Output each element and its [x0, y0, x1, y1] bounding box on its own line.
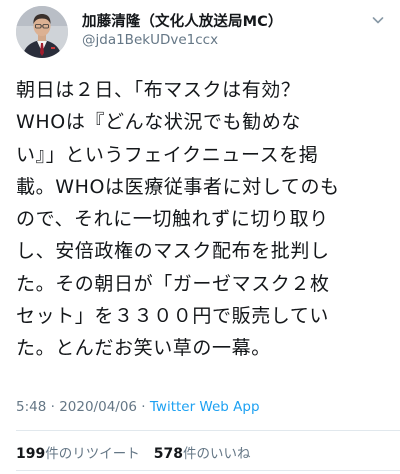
tweet-date[interactable]: 2020/04/06	[59, 399, 137, 415]
retweet-count: 199	[16, 446, 46, 462]
retweet-label: 件のリツイート	[45, 446, 140, 462]
tweet-text-line: セット」を３３００円で販売してい	[16, 305, 330, 328]
tweet-text-line: 朝日は２日、「布マスクは有効？	[16, 79, 301, 101]
like-count: 578	[153, 446, 183, 462]
avatar[interactable]	[16, 6, 68, 58]
like-stat[interactable]: 578件のいいね	[154, 446, 251, 462]
meta-separator: ·	[137, 399, 150, 415]
chevron-down-icon[interactable]	[370, 12, 386, 28]
tweet-text-line: 載。WHOは医療従事者に対してのも	[16, 175, 340, 198]
tweet-text-line: ので、それに一切触れずに切り取り	[16, 208, 329, 231]
author-display-name[interactable]: 加藤清隆（文化人放送局MC）	[82, 10, 282, 31]
tweet-text-line: し、安倍政権のマスク配布を批判し	[16, 240, 330, 263]
tweet-header: 加藤清隆（文化人放送局MC） @jda1BekUDve1ccx	[0, 0, 400, 64]
tweet-text-line: WHOは『どんな状況でも勧めな	[16, 111, 302, 134]
retweet-stat[interactable]: 199件のリツイート	[16, 446, 140, 462]
tweet-stats: 199件のリツイート 578件のいいね	[16, 442, 250, 462]
divider	[16, 430, 400, 431]
author-handle[interactable]: @jda1BekUDve1ccx	[82, 32, 218, 48]
tweet-text-line: い』」というフェイクニュースを掲	[16, 143, 319, 166]
tweet-text: 朝日は２日、「布マスクは有効？ WHOは『どんな状況でも勧めな い』」というフェ…	[16, 74, 388, 365]
tweet-text-line: た。その朝日が「ガーゼマスク２枚	[16, 272, 330, 295]
meta-separator: ·	[46, 399, 60, 415]
tweet-text-line: た。とんだお笑い草の一幕。	[16, 337, 271, 360]
tweet-metadata: 5:48 · 2020/04/06 · Twitter Web App	[16, 399, 260, 415]
divider	[16, 470, 400, 471]
tweet-time[interactable]: 5:48	[16, 399, 46, 415]
like-label: 件のいいね	[182, 446, 251, 462]
avatar-image	[16, 6, 68, 58]
tweet-source-link[interactable]: Twitter Web App	[150, 399, 260, 415]
